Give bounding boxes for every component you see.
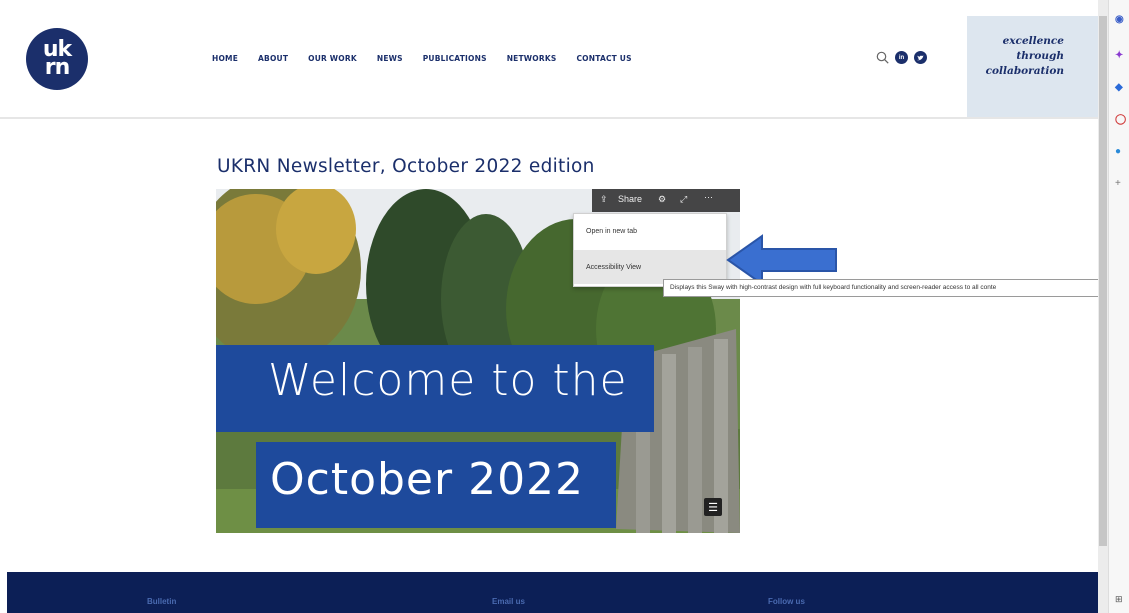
copilot-icon[interactable]: ✦ [1115, 50, 1123, 61]
header-divider [0, 117, 1098, 119]
nav-contact-us[interactable]: CONTACT US [576, 54, 631, 63]
search-icon[interactable]: ◉ [1115, 14, 1124, 25]
page-title: UKRN Newsletter, October 2022 edition [217, 156, 595, 177]
panel-settings-icon[interactable]: ⊞ [1115, 594, 1123, 605]
nav-our-work[interactable]: OUR WORK [308, 54, 357, 63]
sway-toolbar: ⇪ Share ⚙ ⤢ ⋯ [592, 189, 740, 212]
twitter-icon[interactable] [914, 51, 927, 64]
menu-open-new-tab[interactable]: Open in new tab [574, 214, 726, 248]
welcome-line-1: Welcome to the [268, 355, 628, 406]
fullscreen-icon[interactable]: ⤢ [680, 194, 687, 205]
share-icon[interactable]: ⇪ [600, 194, 608, 205]
nav-home[interactable]: HOME [212, 54, 238, 63]
accessibility-tooltip: Displays this Sway with high-contrast de… [663, 279, 1098, 297]
add-icon[interactable]: + [1115, 178, 1121, 189]
shopping-icon[interactable]: ◆ [1115, 82, 1123, 93]
nav-publications[interactable]: PUBLICATIONS [423, 54, 487, 63]
site-footer: Bulletin Email us Follow us [7, 572, 1098, 613]
nav-news[interactable]: NEWS [377, 54, 403, 63]
outlook-icon[interactable]: ● [1115, 146, 1121, 157]
web-page: uk rn HOME ABOUT OUR WORK NEWS PUBLICATI… [0, 0, 1098, 613]
nav-networks[interactable]: NETWORKS [507, 54, 557, 63]
header-icons: in [876, 51, 927, 64]
tagline-box: excellence through collaboration [967, 16, 1098, 118]
page-scrollbar[interactable] [1098, 0, 1108, 613]
welcome-banner-2: October 2022 [256, 442, 616, 528]
share-button[interactable]: Share [618, 194, 642, 204]
logo-text: uk rn [42, 37, 72, 80]
office-icon[interactable]: ◯ [1115, 114, 1126, 125]
footer-email-us[interactable]: Email us [492, 597, 525, 606]
footer-follow-us[interactable]: Follow us [768, 597, 805, 606]
settings-icon[interactable]: ⚙ [658, 194, 666, 205]
welcome-line-2: October 2022 [270, 454, 585, 505]
more-options-icon[interactable]: ⋯ [704, 192, 713, 203]
footer-bulletin[interactable]: Bulletin [147, 597, 176, 606]
search-icon[interactable] [876, 51, 889, 64]
linkedin-icon[interactable]: in [895, 51, 908, 64]
tagline-text: excellence through collaboration [985, 35, 1064, 77]
ukrn-logo[interactable]: uk rn [26, 28, 88, 90]
scrollbar-thumb[interactable] [1099, 16, 1107, 546]
welcome-banner: Welcome to the [216, 345, 654, 432]
more-options-menu: Open in new tab Accessibility View [573, 213, 727, 287]
nav-about[interactable]: ABOUT [258, 54, 288, 63]
browser-side-panel: ◉ ✦ ◆ ◯ ● + ⊞ [1108, 0, 1129, 613]
navigation-pane-icon[interactable]: ☰ [704, 498, 722, 516]
main-navigation: HOME ABOUT OUR WORK NEWS PUBLICATIONS NE… [212, 54, 652, 63]
